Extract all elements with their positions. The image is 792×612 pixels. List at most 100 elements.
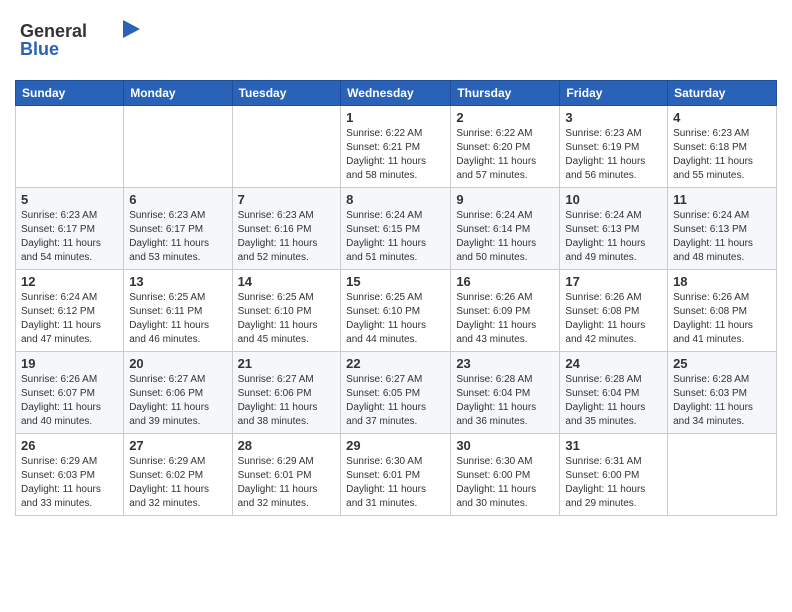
day-info: Sunrise: 6:28 AM Sunset: 6:04 PM Dayligh… — [565, 373, 662, 429]
day-info: Sunrise: 6:31 AM Sunset: 6:00 PM Dayligh… — [565, 455, 662, 511]
day-info: Sunrise: 6:30 AM Sunset: 6:00 PM Dayligh… — [456, 455, 554, 511]
day-info: Sunrise: 6:25 AM Sunset: 6:10 PM Dayligh… — [346, 291, 445, 347]
day-info: Sunrise: 6:29 AM Sunset: 6:03 PM Dayligh… — [21, 455, 118, 511]
calendar-cell: 14 Sunrise: 6:25 AM Sunset: 6:10 PM Dayli… — [232, 270, 341, 352]
calendar-cell — [124, 106, 232, 188]
day-info: Sunrise: 6:29 AM Sunset: 6:01 PM Dayligh… — [238, 455, 336, 511]
day-info: Sunrise: 6:25 AM Sunset: 6:10 PM Dayligh… — [238, 291, 336, 347]
calendar-cell: 23Sunrise: 6:28 AM Sunset: 6:04 PM Dayli… — [451, 352, 560, 434]
day-number: 3 — [565, 110, 662, 125]
day-info: Sunrise: 6:23 AM Sunset: 6:16 PM Dayligh… — [238, 209, 336, 265]
calendar-day-header: Friday — [560, 81, 668, 106]
day-number: 26 — [21, 438, 118, 453]
day-number: 19 — [21, 356, 118, 371]
day-number: 29 — [346, 438, 445, 453]
calendar-header-row: SundayMondayTuesdayWednesdayThursdayFrid… — [16, 81, 777, 106]
day-info: Sunrise: 6:23 AM Sunset: 6:17 PM Dayligh… — [129, 209, 226, 265]
day-number: 2 — [456, 110, 554, 125]
calendar-day-header: Sunday — [16, 81, 124, 106]
calendar-day-header: Tuesday — [232, 81, 341, 106]
calendar-cell: 1 Sunrise: 6:22 AM Sunset: 6:21 PM Daylig… — [341, 106, 451, 188]
day-number: 18 — [673, 274, 771, 289]
calendar-cell — [668, 434, 777, 516]
day-number: 11 — [673, 192, 771, 207]
day-number: 15 — [346, 274, 445, 289]
day-info: Sunrise: 6:28 AM Sunset: 6:03 PM Dayligh… — [673, 373, 771, 429]
calendar-cell: 2 Sunrise: 6:22 AM Sunset: 6:20 PM Daylig… — [451, 106, 560, 188]
calendar-week-row: 1 Sunrise: 6:22 AM Sunset: 6:21 PM Daylig… — [16, 106, 777, 188]
day-number: 13 — [129, 274, 226, 289]
day-info: Sunrise: 6:23 AM Sunset: 6:18 PM Dayligh… — [673, 127, 771, 183]
day-info: Sunrise: 6:24 AM Sunset: 6:13 PM Dayligh… — [673, 209, 771, 265]
calendar-cell: 6Sunrise: 6:23 AM Sunset: 6:17 PM Daylig… — [124, 188, 232, 270]
day-info: Sunrise: 6:24 AM Sunset: 6:13 PM Dayligh… — [565, 209, 662, 265]
day-number: 31 — [565, 438, 662, 453]
calendar-day-header: Thursday — [451, 81, 560, 106]
calendar-day-header: Saturday — [668, 81, 777, 106]
day-number: 10 — [565, 192, 662, 207]
day-number: 4 — [673, 110, 771, 125]
day-info: Sunrise: 6:26 AM Sunset: 6:07 PM Dayligh… — [21, 373, 118, 429]
day-info: Sunrise: 6:22 AM Sunset: 6:20 PM Dayligh… — [456, 127, 554, 183]
calendar-cell: 29 Sunrise: 6:30 AM Sunset: 6:01 PM Dayli… — [341, 434, 451, 516]
day-info: Sunrise: 6:23 AM Sunset: 6:17 PM Dayligh… — [21, 209, 118, 265]
calendar-cell: 24Sunrise: 6:28 AM Sunset: 6:04 PM Dayli… — [560, 352, 668, 434]
calendar-cell: 18 Sunrise: 6:26 AM Sunset: 6:08 PM Dayli… — [668, 270, 777, 352]
page: General Blue SundayMondayTuesdayWednesda… — [0, 0, 792, 612]
svg-text:Blue: Blue — [20, 39, 59, 59]
calendar-cell: 12Sunrise: 6:24 AM Sunset: 6:12 PM Dayli… — [16, 270, 124, 352]
calendar-cell: 4 Sunrise: 6:23 AM Sunset: 6:18 PM Daylig… — [668, 106, 777, 188]
calendar-cell: 7 Sunrise: 6:23 AM Sunset: 6:16 PM Daylig… — [232, 188, 341, 270]
day-number: 28 — [238, 438, 336, 453]
day-info: Sunrise: 6:25 AM Sunset: 6:11 PM Dayligh… — [129, 291, 226, 347]
day-number: 9 — [456, 192, 554, 207]
calendar-cell: 26 Sunrise: 6:29 AM Sunset: 6:03 PM Dayli… — [16, 434, 124, 516]
day-number: 16 — [456, 274, 554, 289]
day-number: 17 — [565, 274, 662, 289]
day-number: 25 — [673, 356, 771, 371]
day-number: 7 — [238, 192, 336, 207]
calendar-week-row: 19 Sunrise: 6:26 AM Sunset: 6:07 PM Dayli… — [16, 352, 777, 434]
day-info: Sunrise: 6:29 AM Sunset: 6:02 PM Dayligh… — [129, 455, 226, 511]
day-info: Sunrise: 6:22 AM Sunset: 6:21 PM Dayligh… — [346, 127, 445, 183]
day-number: 5 — [21, 192, 118, 207]
day-info: Sunrise: 6:27 AM Sunset: 6:06 PM Dayligh… — [238, 373, 336, 429]
day-number: 30 — [456, 438, 554, 453]
calendar-cell: 30 Sunrise: 6:30 AM Sunset: 6:00 PM Dayli… — [451, 434, 560, 516]
calendar-day-header: Monday — [124, 81, 232, 106]
calendar-cell: 22Sunrise: 6:27 AM Sunset: 6:05 PM Dayli… — [341, 352, 451, 434]
day-info: Sunrise: 6:26 AM Sunset: 6:08 PM Dayligh… — [673, 291, 771, 347]
calendar-cell: 8Sunrise: 6:24 AM Sunset: 6:15 PM Daylig… — [341, 188, 451, 270]
day-info: Sunrise: 6:24 AM Sunset: 6:12 PM Dayligh… — [21, 291, 118, 347]
calendar-cell — [16, 106, 124, 188]
day-info: Sunrise: 6:23 AM Sunset: 6:19 PM Dayligh… — [565, 127, 662, 183]
calendar-cell: 27 Sunrise: 6:29 AM Sunset: 6:02 PM Dayli… — [124, 434, 232, 516]
calendar-week-row: 5 Sunrise: 6:23 AM Sunset: 6:17 PM Daylig… — [16, 188, 777, 270]
calendar-cell: 17Sunrise: 6:26 AM Sunset: 6:08 PM Dayli… — [560, 270, 668, 352]
calendar-cell: 21 Sunrise: 6:27 AM Sunset: 6:06 PM Dayli… — [232, 352, 341, 434]
day-number: 27 — [129, 438, 226, 453]
logo: General Blue — [15, 15, 145, 70]
calendar-cell: 25 Sunrise: 6:28 AM Sunset: 6:03 PM Dayli… — [668, 352, 777, 434]
calendar-week-row: 26 Sunrise: 6:29 AM Sunset: 6:03 PM Dayli… — [16, 434, 777, 516]
calendar-cell: 15 Sunrise: 6:25 AM Sunset: 6:10 PM Dayli… — [341, 270, 451, 352]
calendar-cell: 13 Sunrise: 6:25 AM Sunset: 6:11 PM Dayli… — [124, 270, 232, 352]
day-info: Sunrise: 6:27 AM Sunset: 6:06 PM Dayligh… — [129, 373, 226, 429]
calendar-cell: 9Sunrise: 6:24 AM Sunset: 6:14 PM Daylig… — [451, 188, 560, 270]
day-number: 20 — [129, 356, 226, 371]
calendar-cell: 19 Sunrise: 6:26 AM Sunset: 6:07 PM Dayli… — [16, 352, 124, 434]
calendar-cell: 10 Sunrise: 6:24 AM Sunset: 6:13 PM Dayli… — [560, 188, 668, 270]
logo-svg: General Blue — [15, 15, 145, 65]
day-number: 1 — [346, 110, 445, 125]
calendar-week-row: 12Sunrise: 6:24 AM Sunset: 6:12 PM Dayli… — [16, 270, 777, 352]
day-info: Sunrise: 6:30 AM Sunset: 6:01 PM Dayligh… — [346, 455, 445, 511]
day-info: Sunrise: 6:28 AM Sunset: 6:04 PM Dayligh… — [456, 373, 554, 429]
calendar-cell: 16Sunrise: 6:26 AM Sunset: 6:09 PM Dayli… — [451, 270, 560, 352]
day-info: Sunrise: 6:24 AM Sunset: 6:15 PM Dayligh… — [346, 209, 445, 265]
day-number: 21 — [238, 356, 336, 371]
day-number: 14 — [238, 274, 336, 289]
calendar-day-header: Wednesday — [341, 81, 451, 106]
day-info: Sunrise: 6:27 AM Sunset: 6:05 PM Dayligh… — [346, 373, 445, 429]
header: General Blue — [15, 15, 777, 70]
svg-text:General: General — [20, 21, 87, 41]
